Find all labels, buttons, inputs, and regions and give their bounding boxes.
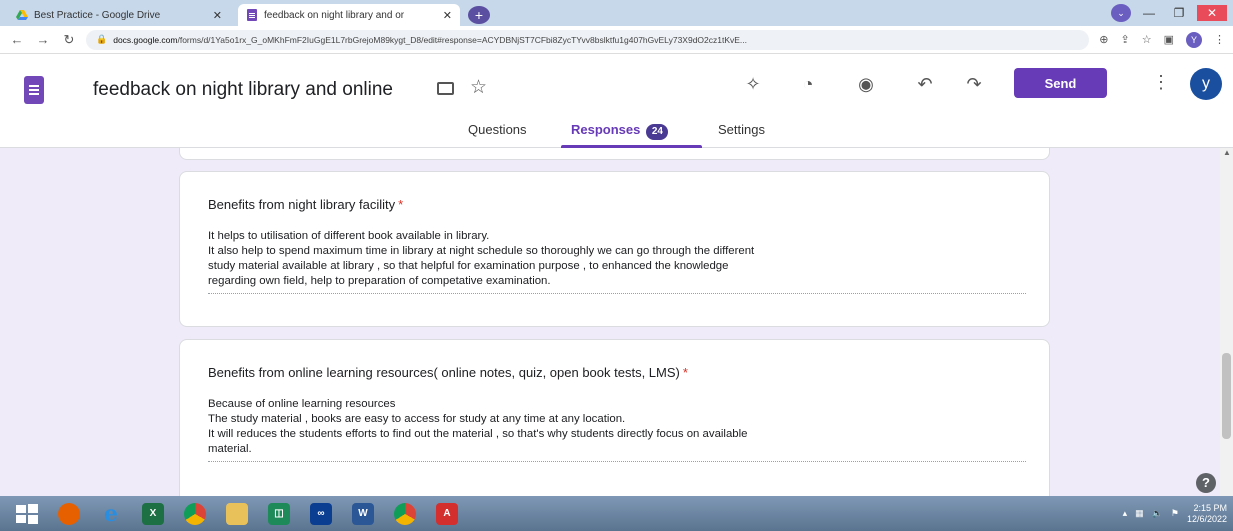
app-window: Best Practice - Google Drive ✕ feedback … bbox=[0, 0, 1233, 531]
scrollbar-thumb[interactable] bbox=[1222, 353, 1231, 439]
tab-search-icon[interactable]: ⌄ bbox=[1111, 4, 1131, 22]
tab-responses-label: Responses bbox=[571, 122, 641, 137]
tab-title: feedback on night library and or bbox=[264, 9, 405, 21]
browser-menu-icon[interactable]: ⋮ bbox=[1214, 33, 1225, 46]
window-controls: ⌄ — ❐ ✕ bbox=[1111, 4, 1227, 22]
question-card: Benefits from night library facility * It… bbox=[179, 171, 1050, 327]
new-tab-button[interactable]: + bbox=[468, 6, 490, 24]
scroll-up-icon[interactable]: ▲ bbox=[1223, 148, 1231, 157]
google-forms-icon bbox=[247, 9, 257, 21]
undo-icon[interactable]: ↶ bbox=[913, 74, 937, 95]
required-asterisk: * bbox=[682, 365, 688, 380]
taskbar-explorer-icon[interactable] bbox=[218, 499, 256, 529]
previous-question-card bbox=[179, 148, 1050, 160]
clock-date: 12/6/2022 bbox=[1186, 513, 1227, 524]
google-drive-icon bbox=[16, 10, 28, 20]
share-icon[interactable]: ⇪ bbox=[1121, 33, 1130, 46]
form-tabs: Questions Responses 24 Settings bbox=[0, 118, 1233, 148]
question-card: Benefits from online learning resources(… bbox=[179, 339, 1050, 496]
question-title: Benefits from night library facility * bbox=[208, 197, 403, 212]
taskbar-app-icon[interactable]: ◫ bbox=[260, 499, 298, 529]
responses-content: Benefits from night library facility * It… bbox=[0, 148, 1233, 496]
answer-line: Because of online learning resources bbox=[208, 398, 396, 410]
send-button[interactable]: Send bbox=[1014, 68, 1107, 98]
back-icon[interactable]: ← bbox=[8, 32, 26, 47]
taskbar-firefox-icon[interactable] bbox=[50, 499, 88, 529]
lock-icon: 🔒 bbox=[96, 34, 108, 44]
windows-start-icon[interactable] bbox=[8, 499, 46, 529]
answer-line: material. bbox=[208, 443, 252, 455]
address-bar-icons: ⊕ ⇪ ☆ ▣ Y ⋮ bbox=[1099, 31, 1225, 48]
taskbar-meeting-icon[interactable]: ∞ bbox=[302, 499, 340, 529]
answer-text: It helps to utilisation of different boo… bbox=[208, 229, 1026, 294]
answer-line: It helps to utilisation of different boo… bbox=[208, 230, 490, 242]
google-forms-logo-icon[interactable] bbox=[24, 76, 44, 104]
system-tray: ▴ ▦ 🔈 ⚑ 2:15 PM 12/6/2022 bbox=[1123, 496, 1227, 531]
forms-header: feedback on night library and online ☆ ✧… bbox=[0, 54, 1233, 148]
tab-settings[interactable]: Settings bbox=[718, 122, 765, 137]
question-title-text: Benefits from night library facility bbox=[208, 197, 396, 212]
answer-line: The study material , books are easy to a… bbox=[208, 413, 626, 425]
url-domain: docs.google.com bbox=[113, 34, 178, 45]
customize-theme-icon[interactable]: ✧ bbox=[741, 74, 765, 95]
sidepanel-icon[interactable]: ▣ bbox=[1164, 33, 1174, 46]
tab-title: Best Practice - Google Drive bbox=[34, 9, 161, 21]
taskbar-chrome-icon[interactable] bbox=[176, 499, 214, 529]
tray-volume-icon[interactable]: 🔈 bbox=[1152, 508, 1163, 519]
minimize-icon[interactable]: — bbox=[1137, 5, 1161, 21]
page-scrollbar[interactable]: ▲ bbox=[1220, 148, 1233, 496]
answer-text: Because of online learning resources The… bbox=[208, 397, 1026, 462]
profile-avatar[interactable]: Y bbox=[1186, 31, 1202, 48]
tray-network-icon[interactable]: ▦ bbox=[1135, 508, 1144, 519]
folder-icon[interactable] bbox=[437, 82, 454, 95]
answer-line: It will reduces the students efforts to … bbox=[208, 428, 748, 440]
taskbar-clock[interactable]: 2:15 PM 12/6/2022 bbox=[1187, 503, 1227, 525]
url-input[interactable]: 🔒 docs.google.com /forms/d/1Ya5o1rx_G_oM… bbox=[86, 29, 1090, 50]
taskbar-chrome2-icon[interactable] bbox=[386, 499, 424, 529]
redo-icon[interactable]: ↷ bbox=[962, 74, 986, 95]
windows-logo-icon bbox=[16, 503, 38, 524]
question-title-text: Benefits from online learning resources(… bbox=[208, 365, 680, 380]
tray-arrow-icon[interactable]: ▴ bbox=[1123, 508, 1128, 519]
address-bar: ← → ↻ 🔒 docs.google.com /forms/d/1Ya5o1r… bbox=[0, 26, 1233, 54]
taskbar-word-icon[interactable]: W bbox=[344, 499, 382, 529]
close-window-icon[interactable]: ✕ bbox=[1197, 5, 1227, 21]
browser-tab-form[interactable]: feedback on night library and or ✕ bbox=[238, 4, 460, 26]
reload-icon[interactable]: ↻ bbox=[60, 32, 78, 48]
tab-close-icon[interactable]: ✕ bbox=[443, 9, 452, 22]
preview-eye-icon[interactable]: ◉ bbox=[854, 74, 878, 95]
browser-tab-strip: Best Practice - Google Drive ✕ feedback … bbox=[0, 0, 1233, 26]
question-title: Benefits from online learning resources(… bbox=[208, 365, 688, 380]
taskbar-ie-icon[interactable]: e bbox=[92, 499, 130, 529]
windows-taskbar: e X ◫ ∞ W A ▴ ▦ 🔈 ⚑ 2:15 PM 12/6/2022 bbox=[0, 496, 1233, 531]
answer-line: It also help to spend maximum time in li… bbox=[208, 245, 755, 257]
zoom-icon[interactable]: ⊕ bbox=[1099, 33, 1108, 46]
tray-flag-icon[interactable]: ⚑ bbox=[1171, 508, 1179, 519]
bookmark-star-icon[interactable]: ☆ bbox=[1142, 33, 1152, 46]
url-path: /forms/d/1Ya5o1rx_G_oMKhFmF2IuGgE1L7rbGr… bbox=[177, 34, 748, 45]
tab-responses[interactable]: Responses 24 bbox=[571, 122, 669, 140]
answer-line: regarding own field, help to preparation… bbox=[208, 275, 551, 287]
more-options-icon[interactable]: ⋮ bbox=[1152, 72, 1170, 93]
browser-tab-drive[interactable]: Best Practice - Google Drive ✕ bbox=[8, 4, 230, 26]
taskbar-excel-icon[interactable]: X bbox=[134, 499, 172, 529]
responses-count-badge: 24 bbox=[646, 124, 669, 140]
help-icon[interactable]: ? bbox=[1196, 473, 1216, 493]
maximize-icon[interactable]: ❐ bbox=[1167, 5, 1191, 21]
required-asterisk: * bbox=[398, 197, 404, 212]
palette-icon[interactable]: ◔ bbox=[796, 74, 820, 95]
form-title[interactable]: feedback on night library and online bbox=[93, 79, 393, 101]
account-avatar[interactable]: y bbox=[1190, 68, 1222, 100]
taskbar-pdf-icon[interactable]: A bbox=[428, 499, 466, 529]
forward-icon[interactable]: → bbox=[34, 32, 52, 47]
answer-line: study material available at library , so… bbox=[208, 260, 729, 272]
tab-questions[interactable]: Questions bbox=[468, 122, 527, 137]
tab-close-icon[interactable]: ✕ bbox=[213, 9, 222, 22]
star-icon[interactable]: ☆ bbox=[470, 76, 487, 99]
clock-time: 2:15 PM bbox=[1193, 502, 1227, 513]
